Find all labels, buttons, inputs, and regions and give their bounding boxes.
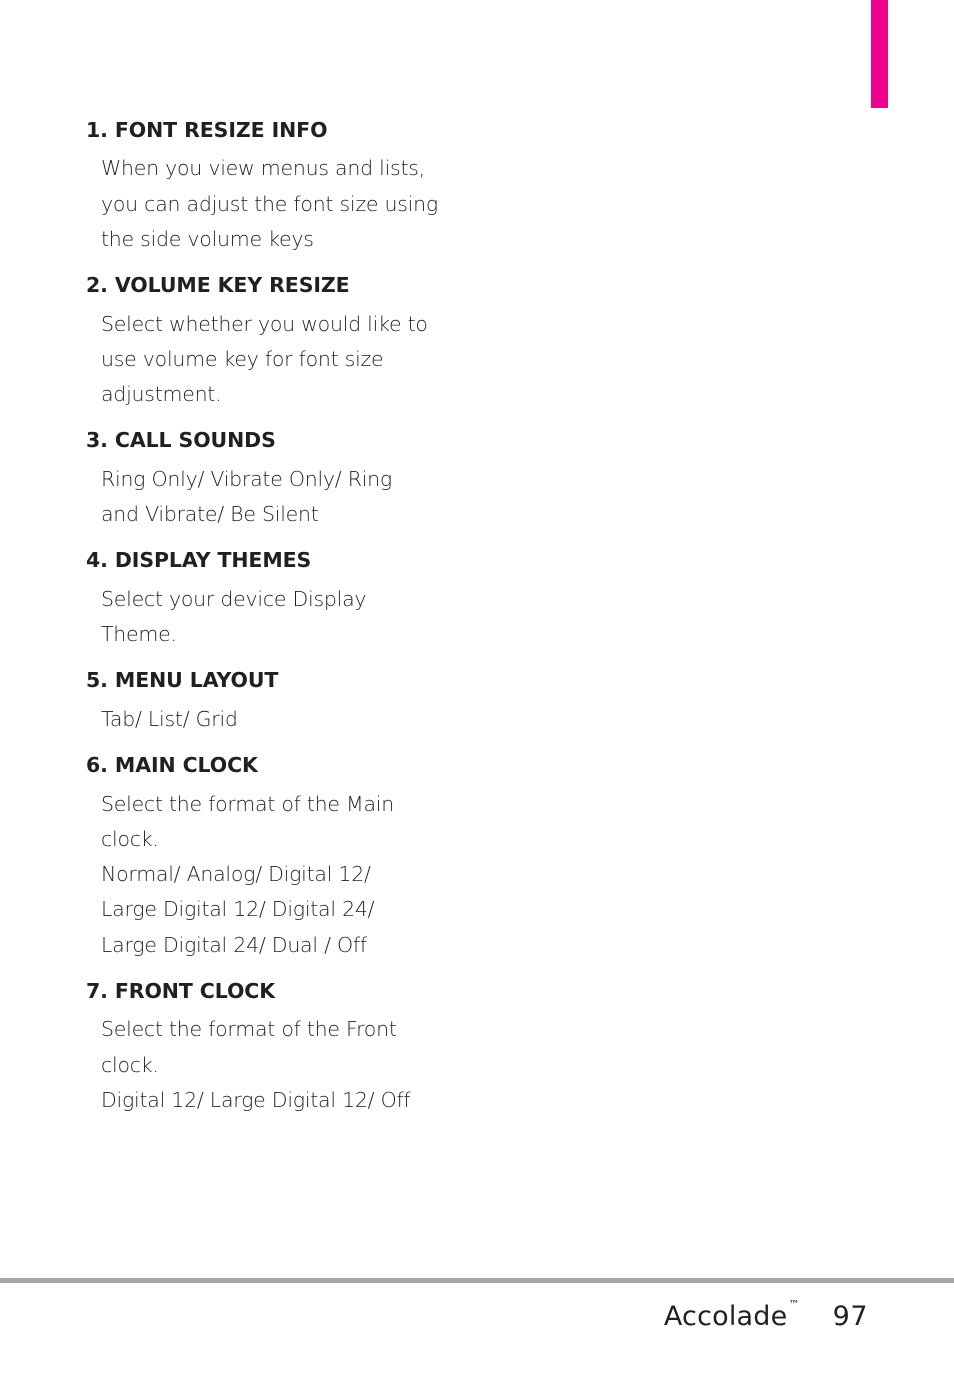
section-heading: 6. MAIN CLOCK bbox=[86, 753, 258, 778]
section-heading: 5. MENU LAYOUT bbox=[86, 668, 279, 693]
section-body-line: the side volume keys bbox=[101, 226, 314, 251]
manual-section: 3. CALL SOUNDS Ring Only/ Vibrate Only/ R… bbox=[86, 427, 556, 532]
manual-section: 1. FONT RESIZE INFO When you view menus a… bbox=[86, 117, 556, 257]
section-body: Tab/ List/ Grid bbox=[101, 702, 556, 737]
section-body-line: and Vibrate/ Be Silent bbox=[101, 502, 319, 527]
section-body-line: Large Digital 12/ Digital 24/ bbox=[101, 897, 375, 922]
section-body: Select your device Display Theme. bbox=[101, 582, 556, 653]
page-number: 97 bbox=[832, 1300, 868, 1332]
section-body: Ring Only/ Vibrate Only/ Ring and Vibrate… bbox=[101, 462, 556, 533]
section-heading: 4. DISPLAY THEMES bbox=[86, 548, 312, 573]
brand-wordmark: Accolade™ bbox=[663, 1297, 800, 1332]
section-body-line: Digital 12/ Large Digital 12/ Off bbox=[101, 1087, 411, 1112]
manual-section: 4. DISPLAY THEMES Select your device Disp… bbox=[86, 547, 556, 652]
section-body: Select the format of the Main clock. Norma… bbox=[101, 787, 556, 963]
section-body-line: clock. bbox=[101, 826, 159, 851]
section-body-line: Select your device Display bbox=[101, 586, 367, 611]
section-body-line: you can adjust the font size using bbox=[101, 191, 438, 216]
section-heading: 1. FONT RESIZE INFO bbox=[86, 118, 328, 142]
section-body-line: adjustment. bbox=[101, 382, 222, 407]
section-body-line: Select whether you would like to bbox=[101, 311, 428, 336]
section-body-line: Large Digital 24/ Dual / Off bbox=[101, 932, 367, 957]
section-body-line: clock. bbox=[101, 1052, 159, 1077]
trademark-icon: ™ bbox=[788, 1297, 800, 1311]
section-body-line: Select the format of the Front bbox=[101, 1017, 397, 1042]
section-body: When you view menus and lists, you can ad… bbox=[101, 151, 556, 257]
page-footer: Accolade™ 97 bbox=[0, 1292, 954, 1340]
section-body-line: Normal/ Analog/ Digital 12/ bbox=[101, 862, 371, 887]
footer-divider bbox=[0, 1278, 954, 1283]
brand-name: Accolade bbox=[663, 1300, 788, 1332]
section-tab-marker bbox=[871, 0, 888, 108]
manual-section: 5. MENU LAYOUT Tab/ List/ Grid bbox=[86, 667, 556, 737]
section-body-line: Theme. bbox=[101, 622, 177, 647]
section-heading: 2. VOLUME KEY RESIZE bbox=[86, 273, 350, 298]
section-heading: 3. CALL SOUNDS bbox=[86, 428, 276, 453]
section-body-line: Tab/ List/ Grid bbox=[101, 706, 238, 731]
section-body-line: Select the format of the Main bbox=[101, 791, 394, 816]
section-heading: 7. FRONT CLOCK bbox=[86, 978, 276, 1003]
page-content: 1. FONT RESIZE INFO When you view menus a… bbox=[86, 117, 556, 1126]
section-body: Select the format of the Front clock. Digi… bbox=[101, 1012, 556, 1118]
manual-section: 7. FRONT CLOCK Select the format of the F… bbox=[86, 978, 556, 1118]
section-body: Select whether you would like to use volu… bbox=[101, 307, 556, 413]
section-body-line: When you view menus and lists, bbox=[101, 156, 425, 181]
manual-section: 6. MAIN CLOCK Select the format of the Ma… bbox=[86, 752, 556, 963]
section-body-line: use volume key for font size bbox=[101, 346, 384, 371]
manual-section: 2. VOLUME KEY RESIZE Select whether you w… bbox=[86, 272, 556, 412]
section-body-line: Ring Only/ Vibrate Only/ Ring bbox=[101, 466, 392, 491]
